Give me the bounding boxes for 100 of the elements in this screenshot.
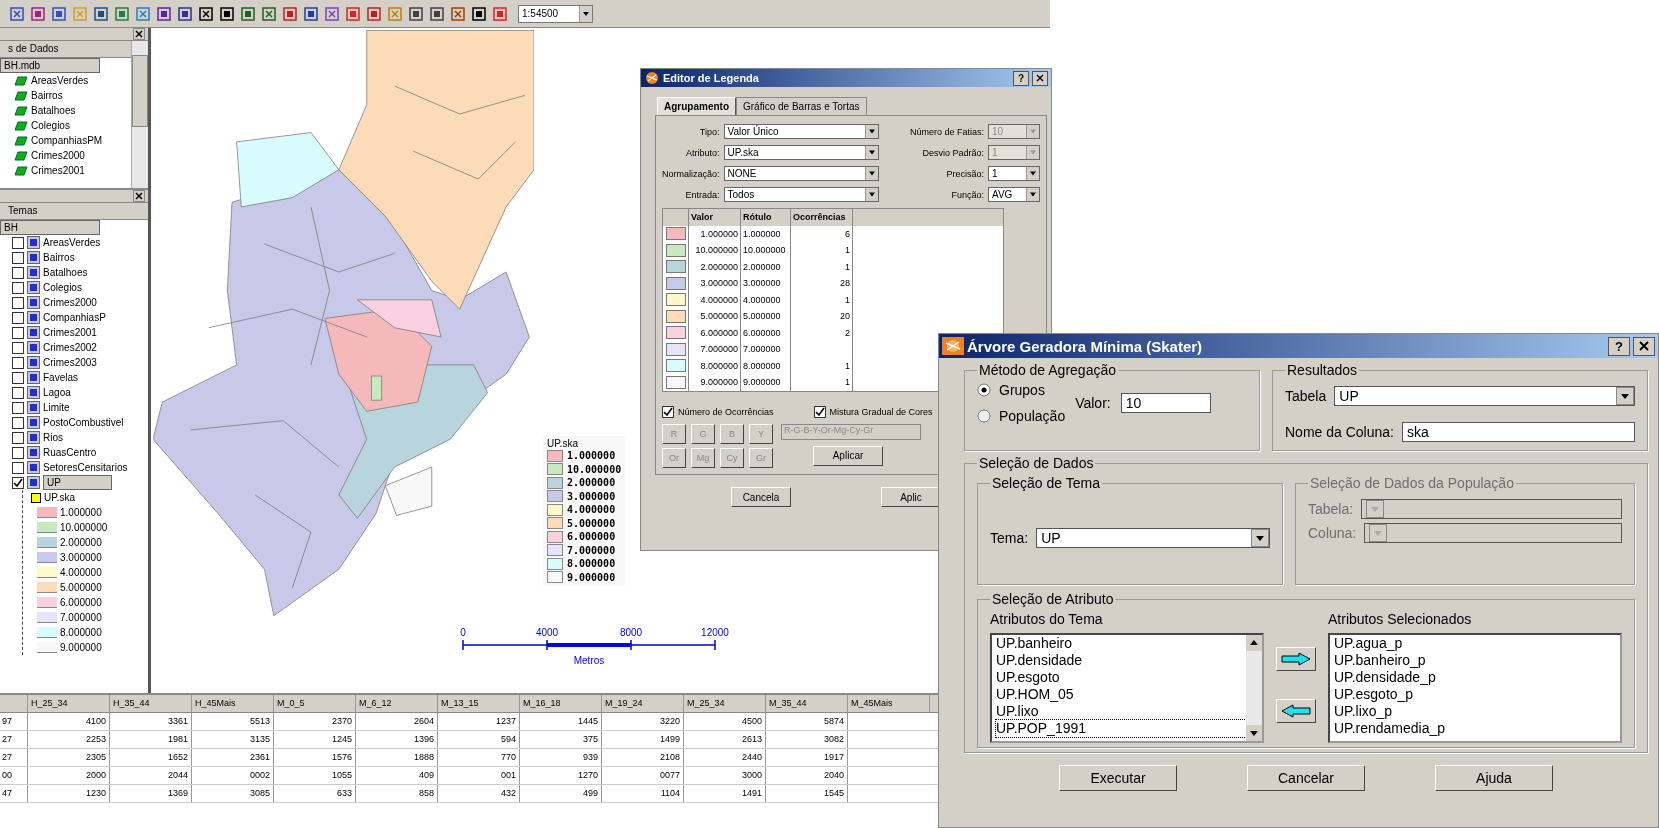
remove-button[interactable]	[1276, 699, 1316, 723]
dialog-button[interactable]: Aplic	[881, 487, 941, 507]
column-header[interactable]: H_25_34	[28, 695, 110, 712]
layer-item[interactable]: Bairros	[31, 90, 63, 101]
column-header[interactable]: M_35_44	[766, 695, 848, 712]
attribute-item[interactable]: UP.ska	[44, 492, 75, 503]
checkbox[interactable]	[12, 416, 24, 429]
dropdown[interactable]: UP	[1334, 386, 1635, 406]
list-item[interactable]: UP.banheiro	[996, 635, 1246, 652]
scrollbar[interactable]	[131, 41, 148, 188]
column-header[interactable]: M_25_34	[684, 695, 766, 712]
column-header[interactable]: M_16_18	[520, 695, 602, 712]
radio-button[interactable]	[977, 409, 991, 423]
dropdown[interactable]: UP.ska	[723, 145, 879, 160]
dropdown[interactable]: AVG	[988, 187, 1040, 202]
input-field[interactable]: 10	[1120, 393, 1211, 413]
checkbox[interactable]	[12, 461, 24, 474]
column-header[interactable]: H_45Mais	[192, 695, 274, 712]
checkbox[interactable]	[12, 341, 24, 354]
layer-item[interactable]: Batalhoes	[31, 105, 76, 116]
dialog-button[interactable]: Cancelar	[1247, 765, 1365, 791]
help-button[interactable]: ?	[1013, 70, 1029, 86]
theme-item[interactable]: PostoCombustivel	[43, 417, 124, 428]
dropdown[interactable]: NONE	[723, 166, 879, 181]
theme-item[interactable]: Crimes2002	[43, 342, 97, 353]
radio-button[interactable]	[977, 383, 991, 397]
list-item[interactable]: UP.esgoto_p	[1334, 686, 1620, 703]
dropdown[interactable]: Valor Único	[723, 124, 879, 139]
theme-item[interactable]: Rios	[43, 432, 63, 443]
color-swatch[interactable]	[665, 309, 686, 323]
list-item[interactable]: UP.lixo	[996, 703, 1246, 720]
color-swatch[interactable]	[665, 375, 686, 389]
theme-item[interactable]: RuasCentro	[43, 447, 97, 458]
checkbox[interactable]	[12, 476, 24, 489]
checkbox[interactable]	[12, 326, 24, 339]
color-swatch[interactable]	[665, 359, 686, 373]
column-header[interactable]: Rótulo	[741, 209, 791, 226]
list-item[interactable]: UP.lixo_p	[1334, 703, 1620, 720]
tab[interactable]: Agrupamento	[657, 97, 736, 115]
theme-item[interactable]: Limite	[43, 402, 70, 413]
checkbox[interactable]	[12, 236, 24, 249]
column-header[interactable]: Valor	[689, 209, 741, 226]
theme-item[interactable]: Crimes2001	[43, 327, 97, 338]
list-item[interactable]: UP.esgoto	[996, 669, 1246, 686]
checkbox[interactable]	[662, 405, 674, 418]
color-swatch[interactable]	[665, 293, 686, 307]
dialog-button[interactable]: Ajuda	[1435, 765, 1553, 791]
column-header[interactable]: M_6_12	[356, 695, 438, 712]
theme-item[interactable]: CompanhiasP	[43, 312, 106, 323]
theme-item[interactable]: UP	[43, 475, 112, 490]
checkbox[interactable]	[12, 401, 24, 414]
layer-item[interactable]: Crimes2001	[31, 165, 85, 176]
column-header[interactable]: H_35_44	[110, 695, 192, 712]
scroll-down-icon[interactable]	[1246, 725, 1262, 741]
checkbox[interactable]	[12, 356, 24, 369]
color-swatch[interactable]	[665, 243, 686, 257]
list-item[interactable]: UP.rendamedia_p	[1334, 720, 1620, 737]
theme-item[interactable]: Batalhoes	[43, 267, 88, 278]
database-item[interactable]: BH.mdb	[0, 58, 100, 73]
list-item[interactable]: UP.agua_p	[1334, 635, 1620, 652]
dropdown[interactable]	[1361, 499, 1622, 519]
checkbox[interactable]	[12, 386, 24, 399]
view-item[interactable]: BH	[0, 220, 100, 235]
checkbox[interactable]	[12, 371, 24, 384]
checkbox[interactable]	[12, 251, 24, 264]
dropdown[interactable]	[1364, 523, 1622, 543]
theme-item[interactable]: Colegios	[43, 282, 82, 293]
theme-item[interactable]: Crimes2000	[43, 297, 97, 308]
theme-item[interactable]: AreasVerdes	[43, 237, 101, 248]
dropdown[interactable]: Todos	[723, 187, 879, 202]
scroll-up-icon[interactable]	[1246, 635, 1262, 651]
checkbox[interactable]	[12, 266, 24, 279]
color-swatch[interactable]	[665, 276, 686, 290]
checkbox[interactable]	[813, 405, 826, 418]
help-button[interactable]: ?	[1608, 336, 1630, 356]
list-item[interactable]: UP.densidade_p	[1334, 669, 1620, 686]
list-item[interactable]: UP.HOM_05	[996, 686, 1246, 703]
dropdown[interactable]: 1	[988, 166, 1040, 181]
layer-item[interactable]: CompanhiasPM	[31, 135, 103, 146]
checkbox[interactable]	[12, 446, 24, 459]
layer-item[interactable]: Colegios	[31, 120, 70, 131]
close-button[interactable]	[1633, 336, 1655, 356]
column-header[interactable]: M_13_15	[438, 695, 520, 712]
close-icon[interactable]	[133, 28, 145, 40]
theme-item[interactable]: SetoresCensitarios	[43, 462, 128, 473]
close-icon[interactable]	[133, 190, 145, 202]
color-swatch[interactable]	[665, 260, 686, 274]
checkbox[interactable]	[12, 281, 24, 294]
column-header[interactable]: M_19_24	[602, 695, 684, 712]
close-button[interactable]	[1032, 70, 1048, 86]
scale-dropdown[interactable]: 1:54500	[518, 4, 593, 23]
list-item[interactable]: UP.densidade	[996, 652, 1246, 669]
theme-item[interactable]: Lagoa	[43, 387, 71, 398]
theme-item[interactable]: Favelas	[43, 372, 78, 383]
list-item[interactable]: UP.POP_1991	[996, 720, 1246, 737]
dropdown[interactable]: UP	[1036, 527, 1270, 548]
dialog-button[interactable]: Cancela	[731, 487, 791, 507]
checkbox[interactable]	[12, 296, 24, 309]
scrollbar[interactable]	[1246, 635, 1262, 741]
column-header[interactable]: Ocorrências	[791, 209, 853, 226]
